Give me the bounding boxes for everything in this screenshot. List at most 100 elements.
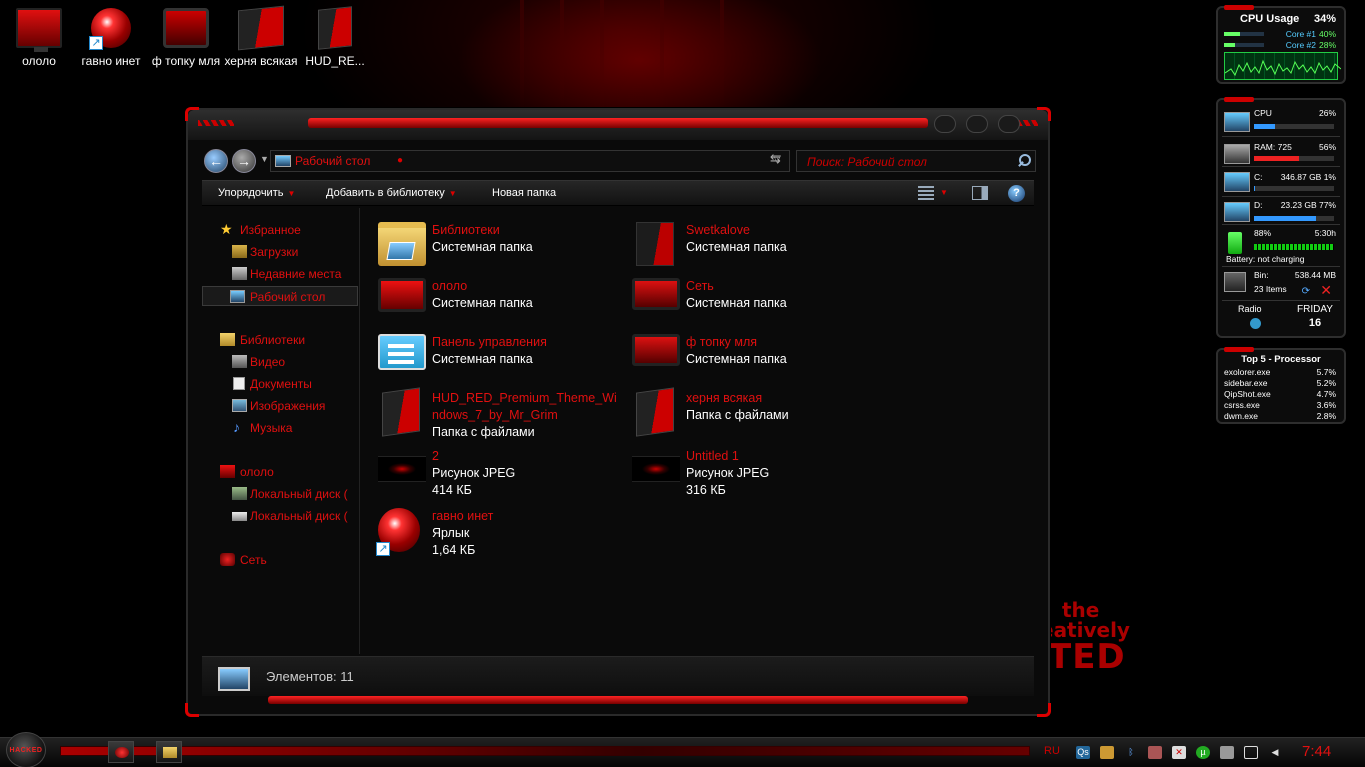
tray-device-icon[interactable] [1220, 746, 1234, 759]
address-bar[interactable]: Рабочий стол ● ▽ [270, 150, 790, 172]
nav-item-documents[interactable]: Документы [202, 374, 358, 394]
taskbar-app-button[interactable] [108, 741, 134, 763]
item-count: Элементов: 11 [266, 669, 354, 684]
drive-icon [232, 512, 247, 521]
list-item[interactable]: HUD_RED_Premium_Theme_Windows_7_by_Mr_Gr… [362, 386, 617, 448]
start-button[interactable]: HACKED [6, 732, 46, 767]
drive-d-icon [1224, 202, 1250, 222]
refresh-icon[interactable]: ⟳ [1302, 286, 1310, 297]
video-icon [232, 355, 247, 368]
item-name: HUD_RED_Premium_Theme_Windows_7_by_Mr_Gr… [432, 391, 617, 422]
tray-tools-icon[interactable] [1148, 746, 1162, 759]
top-processes-gadget[interactable]: Top 5 - Processor exolorer.exe 5.7% sideb… [1216, 347, 1346, 424]
tray-qs-icon[interactable]: Qs [1076, 746, 1090, 759]
forward-button[interactable]: → [232, 149, 256, 173]
list-item[interactable]: Панель управления Системная папка [362, 330, 612, 382]
chevron-down-icon[interactable]: ▼ [940, 188, 948, 197]
desktop-icon-ololo[interactable]: ололо [0, 8, 78, 68]
nav-item-network[interactable]: Сеть [202, 550, 358, 570]
battery-tray-icon[interactable] [1244, 746, 1258, 759]
nav-item-label: Рабочий стол [250, 290, 326, 304]
curtain-fold [720, 0, 724, 110]
desktop-icon [218, 667, 250, 691]
add-to-library-button[interactable]: Добавить в библиотеку ▼ [326, 187, 457, 199]
list-item[interactable]: ↗ гавно инет Ярлык 1,64 КБ [362, 504, 612, 564]
wallpaper-text: the eatively TED [1040, 600, 1130, 674]
list-item[interactable]: Сеть Системная папка [616, 274, 866, 326]
list-item[interactable]: ф топку мля Системная папка [616, 330, 866, 382]
view-options-icon[interactable] [918, 186, 934, 200]
core1-label: Core #1 [1285, 29, 1316, 39]
item-name: ф топку мля [686, 335, 758, 349]
nav-item-local-disk-1[interactable]: Локальный диск ( [202, 484, 358, 504]
nav-item-recent[interactable]: Недавние места [202, 264, 358, 284]
nav-item-video[interactable]: Видео [202, 352, 358, 372]
cpu-usage-gadget[interactable]: CPU Usage 34% Core #1 40% Core #2 28% [1216, 5, 1346, 84]
desktop-icon-hernya[interactable]: херня всякая [222, 5, 300, 68]
desktop-icon-hud[interactable]: HUD_RE... [296, 6, 374, 68]
clock[interactable]: 7:44 [1302, 743, 1331, 760]
empty-bin-icon[interactable]: ✕ [1320, 282, 1332, 299]
desktop-icon [230, 290, 245, 303]
play-icon[interactable] [1250, 318, 1261, 329]
title-bar[interactable] [188, 110, 1048, 140]
volume-icon[interactable]: ◀ [1268, 746, 1282, 759]
folder-icon [163, 747, 177, 758]
monitor-icon [220, 465, 235, 478]
refresh-icon[interactable]: ⇆ [770, 151, 781, 167]
list-item[interactable]: 2 Рисунок JPEG 414 КБ [362, 444, 612, 504]
wallpaper-text-line1: the [1062, 598, 1100, 622]
list-item[interactable]: Библиотеки Системная папка [362, 218, 612, 270]
preview-pane-icon[interactable] [972, 186, 988, 200]
curtain-fold [520, 0, 524, 110]
breadcrumb-separator[interactable]: ● [397, 155, 403, 166]
utorrent-icon[interactable]: µ [1196, 746, 1210, 759]
nav-item-label: Видео [250, 355, 286, 369]
system-monitor-gadget[interactable]: CPU 26% RAM: 725 56% C: 346.87 GB 1% D: … [1216, 97, 1346, 338]
cpu-bar [1254, 124, 1334, 129]
back-button[interactable]: ← [204, 149, 228, 173]
cpu-value: 26% [1318, 108, 1336, 118]
maximize-button[interactable] [966, 115, 988, 133]
nav-item-desktop[interactable]: Рабочий стол [202, 286, 358, 306]
search-input[interactable]: Поиск: Рабочий стол [796, 150, 1036, 172]
desktop-icon-internet[interactable]: ↗ гавно инет [72, 8, 150, 68]
nav-item-favorites[interactable]: ★ Избранное [202, 220, 358, 240]
search-icon[interactable] [1015, 153, 1031, 169]
item-name: Swetkalove [686, 223, 750, 237]
desktop-icon-f-topku[interactable]: ф топку мля [147, 8, 225, 68]
new-folder-button[interactable]: Новая папка [492, 187, 556, 199]
list-item[interactable]: Swetkalove Системная папка [616, 218, 866, 270]
action-center-flag-icon[interactable]: ✕ [1172, 746, 1186, 759]
nav-item-ololo[interactable]: ололо [202, 462, 358, 482]
nav-item-downloads[interactable]: Загрузки [202, 242, 358, 262]
nav-item-images[interactable]: Изображения [202, 396, 358, 416]
drive-c-label: C: [1254, 172, 1263, 182]
list-item[interactable]: Untitled 1 Рисунок JPEG 316 КБ [616, 444, 866, 504]
process-value: 4.7% [1316, 389, 1336, 399]
bluetooth-icon[interactable]: ᛒ [1124, 746, 1138, 759]
divider [1222, 300, 1340, 301]
monitor-icon [16, 8, 62, 52]
list-item[interactable]: ололо Системная папка [362, 274, 612, 326]
jpeg-thumbnail-icon [632, 456, 680, 482]
folder-icon [318, 6, 352, 50]
libraries-folder-icon [378, 222, 426, 266]
close-button[interactable] [998, 115, 1020, 133]
window-corner [185, 703, 199, 717]
tray-people-icon[interactable] [1100, 746, 1114, 759]
nav-item-music[interactable]: ♪ Музыка [202, 418, 358, 438]
nav-item-libraries[interactable]: Библиотеки [202, 330, 358, 350]
language-indicator[interactable]: RU [1044, 745, 1060, 757]
taskbar-explorer-button[interactable] [156, 741, 182, 763]
help-icon[interactable]: ? [1008, 185, 1025, 202]
organize-button[interactable]: Упорядочить ▼ [218, 187, 295, 199]
list-item[interactable]: херня всякая Папка с файлами [616, 386, 866, 448]
wallpaper-text-line3: TED [1048, 637, 1126, 677]
computer-icon [378, 278, 426, 312]
nav-item-local-disk-2[interactable]: Локальный диск ( [202, 506, 358, 526]
title-decoration [198, 120, 234, 126]
recent-pages-dropdown[interactable]: ▼ [260, 154, 269, 164]
desktop-icon-label: ололо [22, 54, 56, 68]
minimize-button[interactable] [934, 115, 956, 133]
